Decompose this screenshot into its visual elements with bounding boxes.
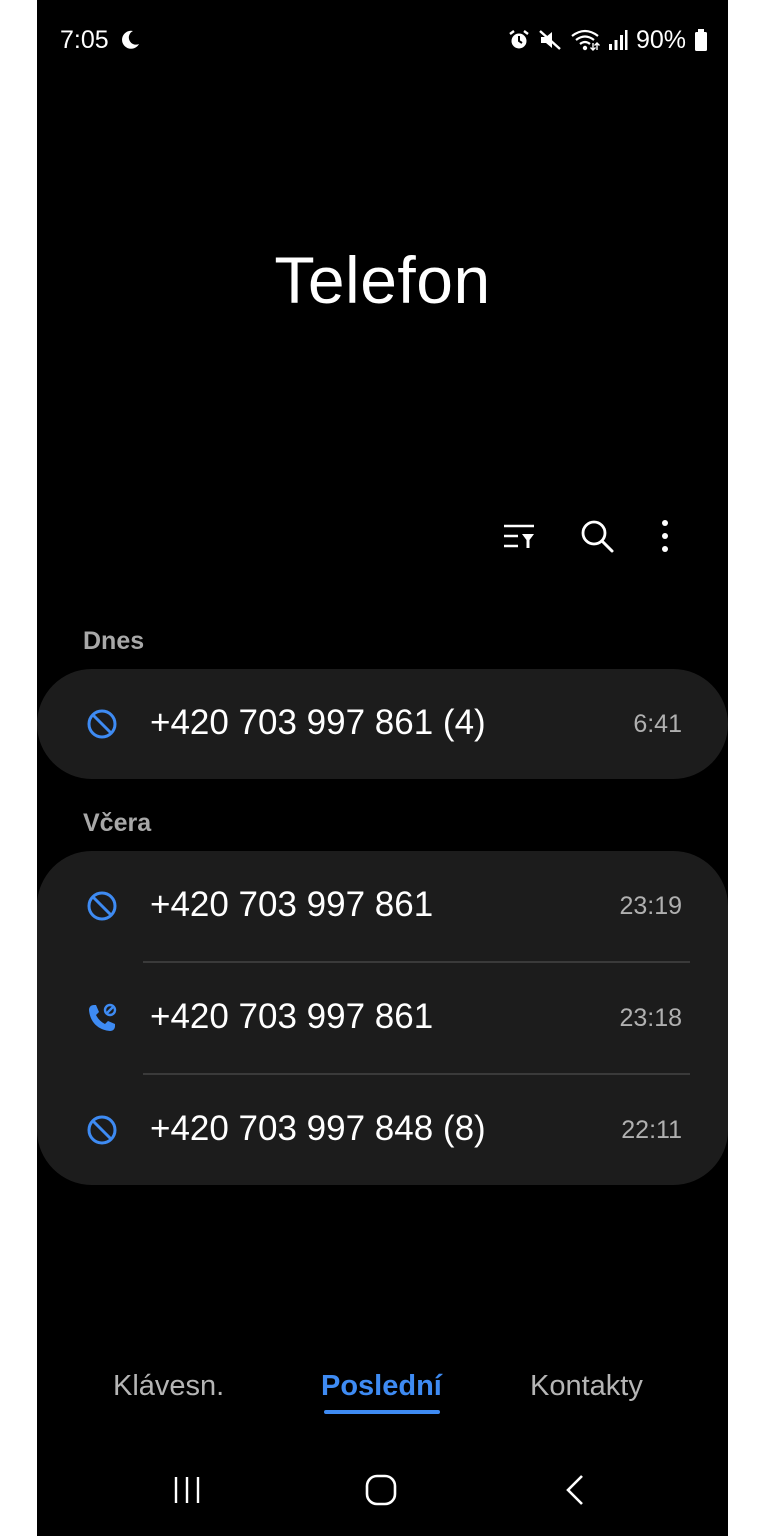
battery-icon: [695, 29, 707, 51]
status-time: 7:05: [60, 26, 109, 54]
call-time: 22:11: [621, 1116, 682, 1144]
search-button[interactable]: [575, 514, 619, 558]
active-tab-indicator: [324, 1410, 440, 1414]
search-icon: [581, 520, 614, 553]
call-log-row[interactable]: +420 703 997 848 (8) 22:11: [37, 1075, 728, 1185]
signal-icon: [608, 30, 628, 50]
tab-recent[interactable]: Poslední: [321, 1370, 442, 1403]
blocked-icon: [87, 891, 117, 921]
recent-apps-button[interactable]: [157, 1468, 217, 1512]
alarm-icon: [509, 30, 529, 49]
status-icons: 90%: [508, 24, 708, 56]
call-number: +420 703 997 861: [150, 885, 434, 924]
more-icon: [662, 520, 668, 552]
status-bar: 7:05 90%: [37, 0, 728, 80]
call-log-row[interactable]: +420 703 997 861 23:18: [37, 963, 728, 1073]
tab-keypad[interactable]: Klávesn.: [113, 1370, 224, 1403]
filter-button[interactable]: [497, 514, 541, 558]
back-button[interactable]: [545, 1468, 605, 1512]
section-header-yesterday: Včera: [83, 809, 152, 837]
call-group-yesterday: +420 703 997 861 23:19 +420 703 997 861 …: [37, 851, 728, 1185]
call-log-row[interactable]: +420 703 997 861 23:19: [37, 851, 728, 961]
call-log-row[interactable]: +420 703 997 861 (4) 6:41: [37, 669, 728, 779]
phone-screen: 7:05 90% Telefon Dnes +420 703 997 861 (…: [37, 0, 728, 1536]
call-number: +420 703 997 848 (8): [150, 1109, 486, 1148]
moon-icon: [122, 30, 139, 49]
filter-icon: [504, 524, 534, 548]
call-number: +420 703 997 861 (4): [150, 703, 486, 742]
page-title: Telefon: [274, 243, 491, 317]
call-number: +420 703 997 861: [150, 997, 434, 1036]
more-options-button[interactable]: [643, 514, 687, 558]
blocked-icon: [87, 709, 117, 739]
call-time: 6:41: [633, 710, 682, 738]
call-time: 23:18: [619, 1004, 682, 1032]
wifi-icon: [571, 29, 600, 51]
mute-icon: [539, 30, 561, 50]
recent-apps-icon: [174, 1477, 200, 1503]
back-icon: [566, 1475, 583, 1505]
tab-contacts[interactable]: Kontakty: [530, 1370, 643, 1403]
section-header-today: Dnes: [83, 627, 145, 655]
call-icon: [89, 1003, 117, 1031]
call-time: 23:19: [619, 892, 682, 920]
blocked-icon: [87, 1115, 117, 1145]
call-group-today: +420 703 997 861 (4) 6:41: [37, 669, 728, 779]
home-button[interactable]: [351, 1468, 411, 1512]
home-icon: [365, 1474, 397, 1506]
battery-percent: 90%: [635, 25, 686, 54]
